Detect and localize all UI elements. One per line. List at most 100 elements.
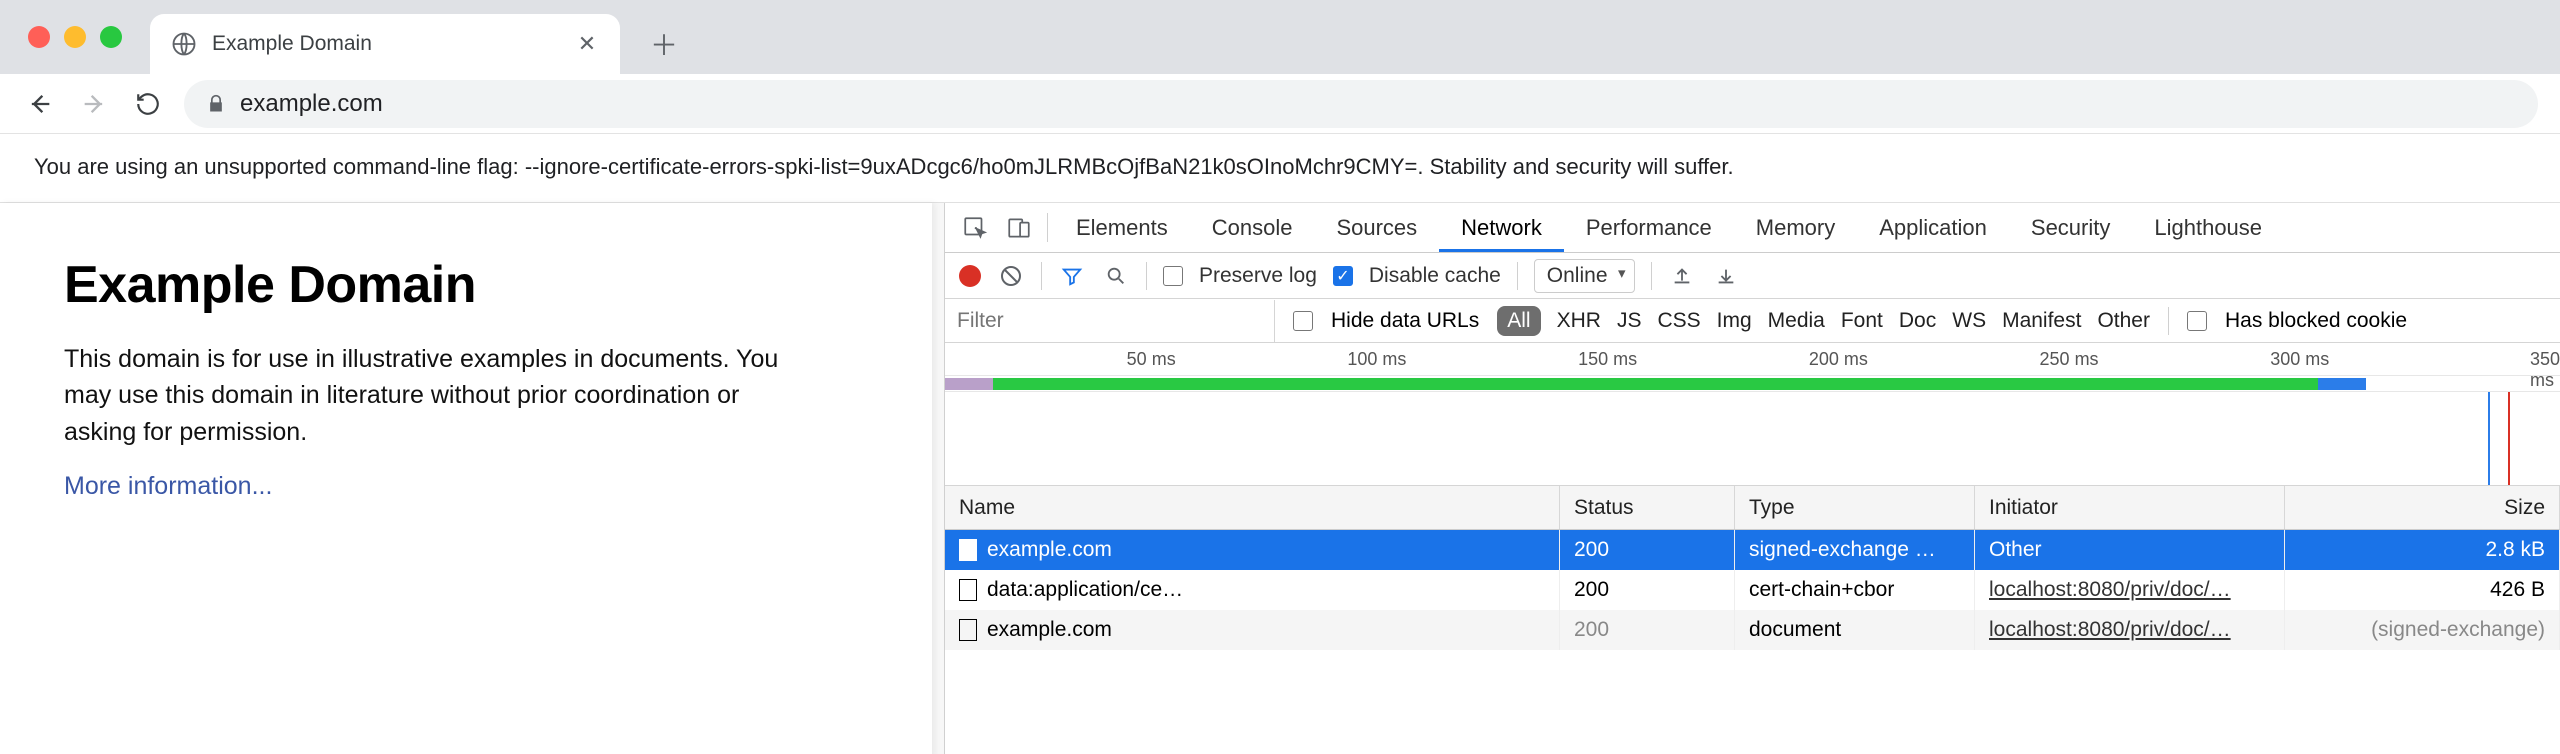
- window-controls: [28, 26, 122, 48]
- device-toolbar-icon[interactable]: [997, 203, 1041, 252]
- has-blocked-cookies-checkbox[interactable]: [2187, 311, 2207, 331]
- devtools-tab-sources[interactable]: Sources: [1314, 203, 1439, 252]
- request-size: (signed-exchange): [2285, 610, 2560, 650]
- filter-type-other[interactable]: Other: [2097, 309, 2150, 333]
- filter-type-media[interactable]: Media: [1768, 309, 1825, 333]
- devtools-tab-network[interactable]: Network: [1439, 203, 1564, 252]
- preserve-log-label: Preserve log: [1199, 264, 1317, 288]
- request-initiator: localhost:8080/priv/doc/…: [1975, 610, 2285, 650]
- request-type: signed-exchange …: [1735, 530, 1975, 570]
- infobar-warning: You are using an unsupported command-lin…: [0, 134, 2560, 203]
- new-tab-button[interactable]: ＋: [640, 20, 688, 68]
- network-toolbar: Preserve log ✓ Disable cache Online: [945, 253, 2560, 299]
- devtools-tab-memory[interactable]: Memory: [1734, 203, 1857, 252]
- col-initiator[interactable]: Initiator: [1975, 486, 2285, 529]
- devtools-tab-application[interactable]: Application: [1857, 203, 2009, 252]
- request-name: example.com: [987, 618, 1112, 642]
- inspect-element-icon[interactable]: [953, 203, 997, 252]
- globe-icon: [170, 30, 198, 58]
- page-heading: Example Domain: [64, 255, 868, 315]
- browser-toolbar: example.com: [0, 74, 2560, 134]
- disable-cache-checkbox[interactable]: ✓: [1333, 266, 1353, 286]
- col-name[interactable]: Name: [945, 486, 1560, 529]
- request-name: example.com: [987, 538, 1112, 562]
- overview-tick: 150 ms: [1578, 349, 1637, 370]
- browser-tab-strip: Example Domain ✕ ＋: [0, 0, 2560, 74]
- window-minimize-button[interactable]: [64, 26, 86, 48]
- overview-waterfall: [945, 391, 2560, 485]
- download-har-icon[interactable]: [1712, 265, 1740, 287]
- request-size: 2.8 kB: [2285, 530, 2560, 570]
- filter-type-ws[interactable]: WS: [1952, 309, 1986, 333]
- devtools-tab-performance[interactable]: Performance: [1564, 203, 1734, 252]
- tab-title: Example Domain: [212, 32, 574, 56]
- browser-tab[interactable]: Example Domain ✕: [150, 14, 620, 74]
- filter-type-js[interactable]: JS: [1617, 309, 1642, 333]
- request-row[interactable]: example.com 200document localhost:8080/pri…: [945, 610, 2560, 650]
- window-zoom-button[interactable]: [100, 26, 122, 48]
- lock-icon: [206, 94, 226, 114]
- forward-button[interactable]: [76, 86, 112, 122]
- request-name: data:application/ce…: [987, 578, 1183, 602]
- overview-ticks: 50 ms100 ms150 ms200 ms250 ms300 ms350 m…: [945, 343, 2560, 375]
- col-status[interactable]: Status: [1560, 486, 1735, 529]
- devtools-tab-console[interactable]: Console: [1190, 203, 1315, 252]
- throttling-select[interactable]: Online: [1534, 259, 1635, 293]
- throttling-value: Online: [1547, 264, 1608, 287]
- url-text: example.com: [240, 90, 383, 118]
- request-row[interactable]: data:application/ce…200cert-chain+cborlo…: [945, 570, 2560, 610]
- upload-har-icon[interactable]: [1668, 265, 1696, 287]
- window-close-button[interactable]: [28, 26, 50, 48]
- request-initiator: Other: [1975, 530, 2285, 570]
- filter-type-xhr[interactable]: XHR: [1557, 309, 1601, 333]
- infobar-text: You are using an unsupported command-lin…: [34, 154, 1734, 179]
- initiator-link[interactable]: localhost:8080/priv/doc/…: [1989, 618, 2231, 642]
- overview-tick: 50 ms: [1127, 349, 1176, 370]
- search-icon[interactable]: [1102, 265, 1130, 287]
- address-bar[interactable]: example.com: [184, 80, 2538, 128]
- content-devtools-split: Example Domain This domain is for use in…: [0, 203, 2560, 754]
- back-button[interactable]: [22, 86, 58, 122]
- request-initiator: localhost:8080/priv/doc/…: [1975, 570, 2285, 610]
- devtools-tab-bar: ElementsConsoleSourcesNetworkPerformance…: [945, 203, 2560, 253]
- col-size[interactable]: Size: [2285, 486, 2560, 529]
- disable-cache-label: Disable cache: [1369, 264, 1501, 288]
- devtools-tab-elements[interactable]: Elements: [1054, 203, 1190, 252]
- request-size: 426 B: [2285, 570, 2560, 610]
- tab-close-button[interactable]: ✕: [574, 31, 600, 57]
- document-icon: [959, 539, 977, 561]
- filter-type-doc[interactable]: Doc: [1899, 309, 1936, 333]
- network-filter-input[interactable]: [945, 300, 1275, 342]
- filter-type-all[interactable]: All: [1497, 306, 1540, 336]
- overview-bars: [945, 375, 2560, 391]
- page-content: Example Domain This domain is for use in…: [0, 203, 932, 754]
- hide-data-urls-checkbox[interactable]: [1293, 311, 1313, 331]
- overview-tick: 250 ms: [2040, 349, 2099, 370]
- page-paragraph: This domain is for use in illustrative e…: [64, 341, 804, 450]
- network-filter-bar: Hide data URLs All XHR JS CSS Img Media Font Do…: [945, 299, 2560, 343]
- overview-tick: 200 ms: [1809, 349, 1868, 370]
- request-status: 200: [1560, 610, 1735, 650]
- filter-type-css[interactable]: CSS: [1657, 309, 1700, 333]
- page-viewport: Example Domain This domain is for use in…: [0, 203, 945, 754]
- reload-button[interactable]: [130, 86, 166, 122]
- request-type: document: [1735, 610, 1975, 650]
- hide-data-urls-label: Hide data URLs: [1331, 309, 1479, 333]
- has-blocked-cookies-label: Has blocked cookie: [2225, 309, 2407, 333]
- clear-button[interactable]: [997, 264, 1025, 288]
- initiator-link[interactable]: localhost:8080/priv/doc/…: [1989, 578, 2231, 602]
- overview-tick: 300 ms: [2270, 349, 2329, 370]
- devtools-tab-security[interactable]: Security: [2009, 203, 2132, 252]
- network-overview[interactable]: 50 ms100 ms150 ms200 ms250 ms300 ms350 m…: [945, 343, 2560, 486]
- filter-type-font[interactable]: Font: [1841, 309, 1883, 333]
- devtools-tab-lighthouse[interactable]: Lighthouse: [2132, 203, 2284, 252]
- record-button[interactable]: [959, 265, 981, 287]
- filter-icon[interactable]: [1058, 265, 1086, 287]
- page-more-info-link[interactable]: More information...: [64, 472, 272, 500]
- request-row[interactable]: example.com200signed-exchange …Other2.8 …: [945, 530, 2560, 570]
- overview-tick: 100 ms: [1347, 349, 1406, 370]
- filter-type-manifest[interactable]: Manifest: [2002, 309, 2081, 333]
- preserve-log-checkbox[interactable]: [1163, 266, 1183, 286]
- col-type[interactable]: Type: [1735, 486, 1975, 529]
- filter-type-img[interactable]: Img: [1717, 309, 1752, 333]
